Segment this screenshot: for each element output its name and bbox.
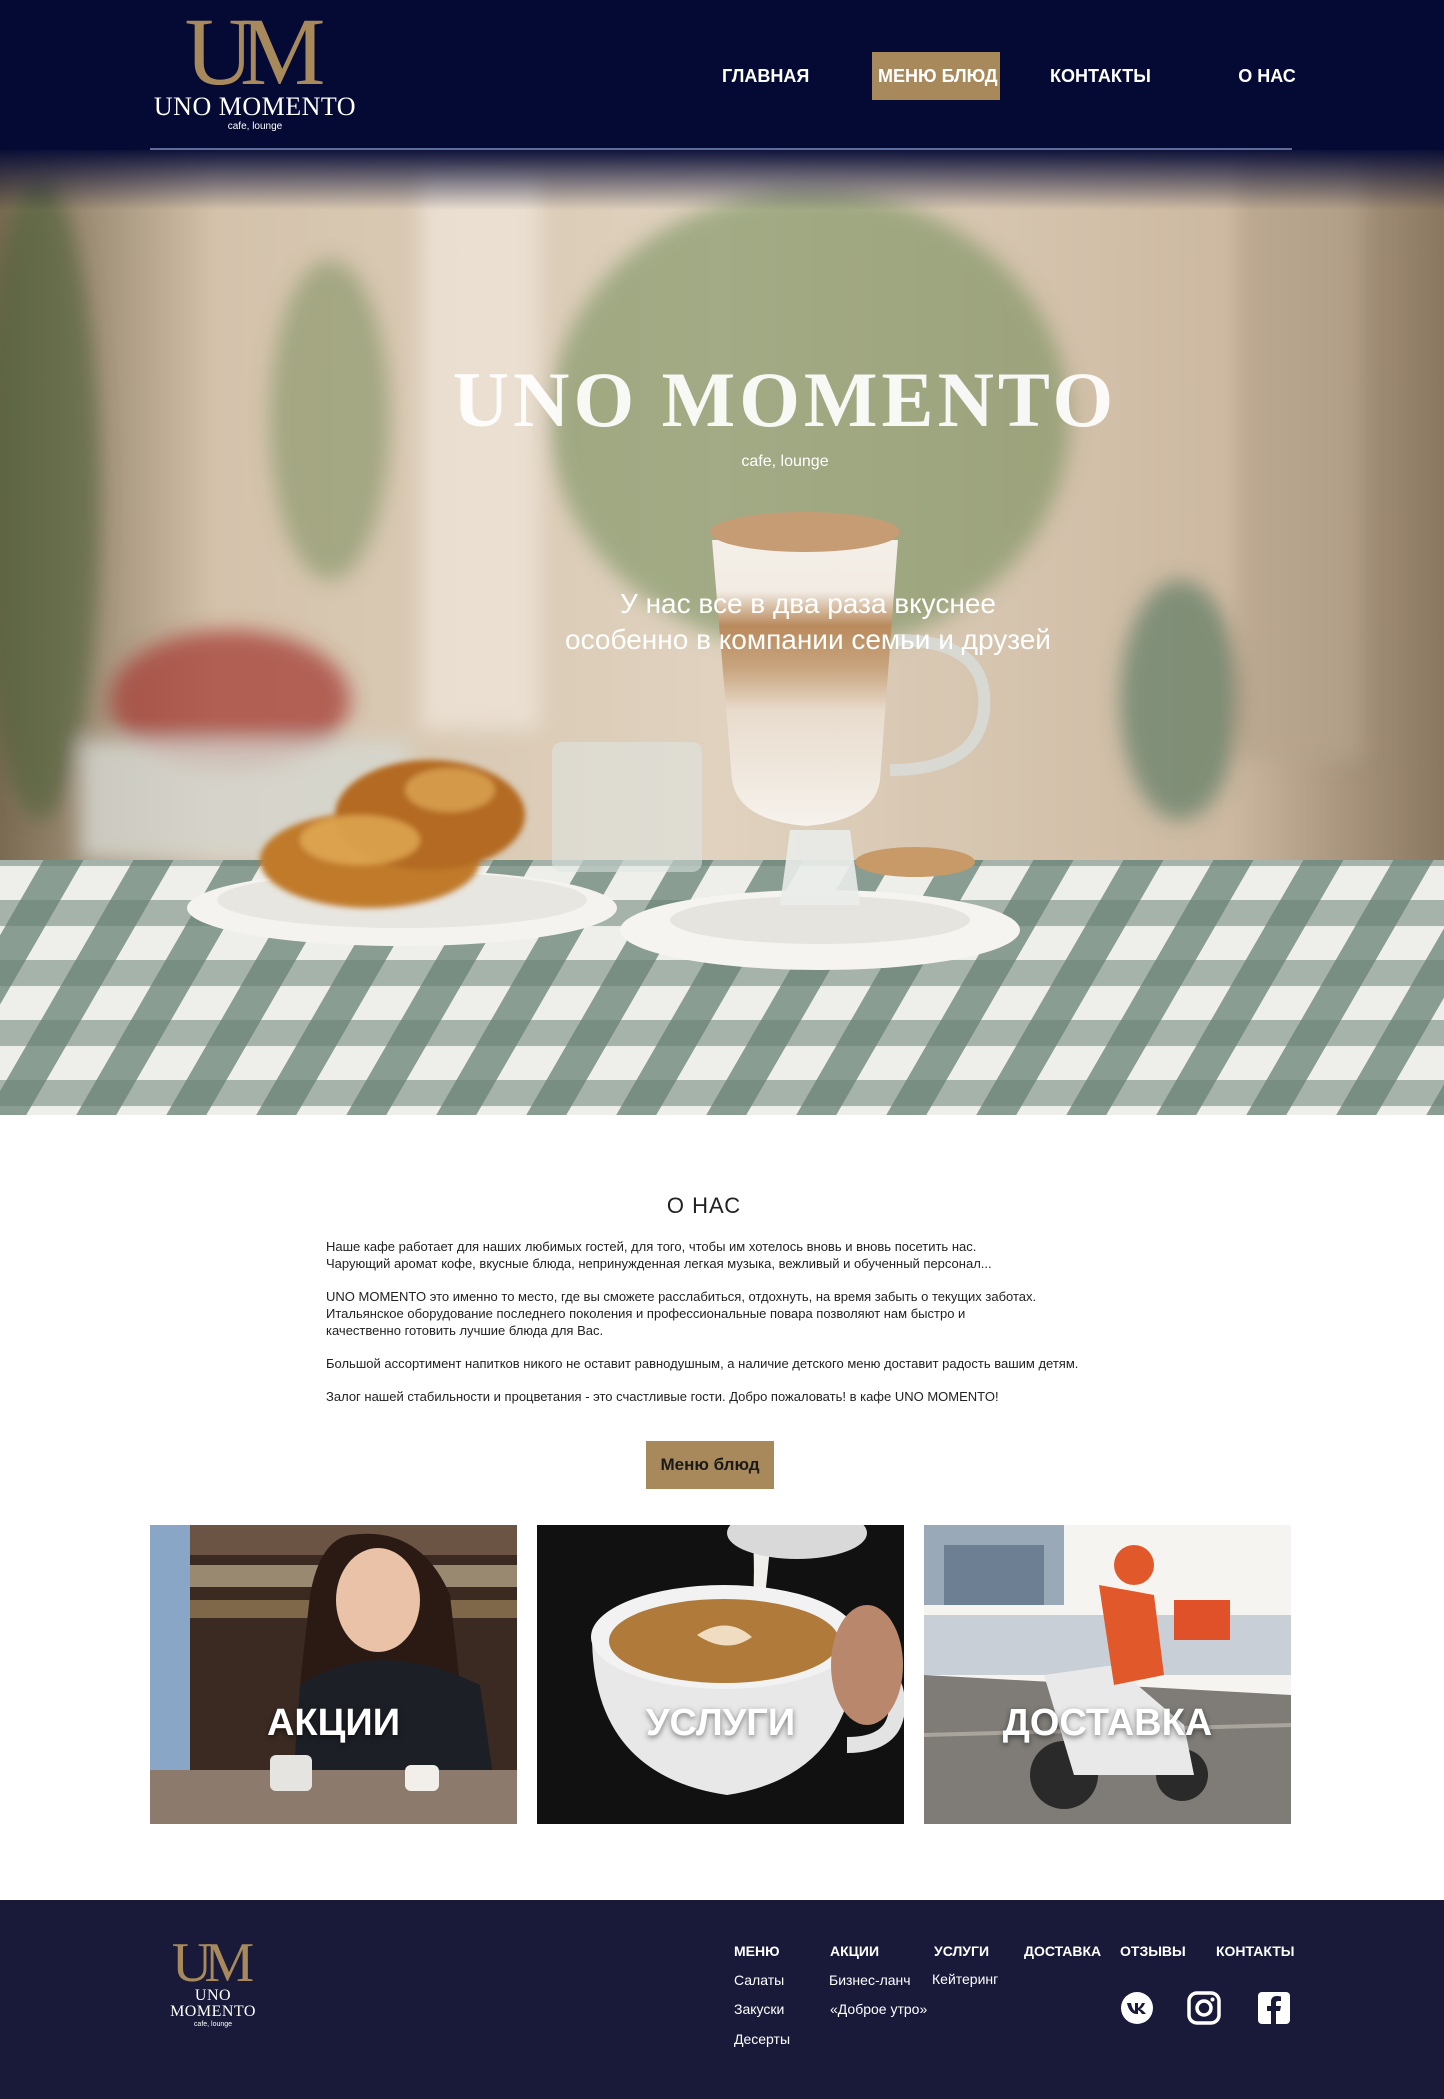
instagram-icon[interactable] [1187,1991,1221,2025]
about-paragraph: Наше кафе работает для наших любимых гос… [326,1239,992,1271]
tile-promotions-label: АКЦИИ [266,1702,401,1744]
footer-heading-contacts[interactable]: КОНТАКТЫ [1216,1943,1294,1959]
header-fade [0,150,1444,210]
hero-tagline-line2: особенно в компании семьи и друзей [565,624,1051,655]
logo-mark: UM [171,1932,254,1994]
footer-link-desserts[interactable]: Десерты [734,2031,790,2047]
footer-link-good-morning[interactable]: «Доброе утро» [830,2001,927,2017]
nav-divider [150,148,1292,150]
hero-tagline: У нас все в два раза вкуснее особенно в … [0,586,1444,658]
tile-delivery[interactable]: ДОСТАВКА [924,1525,1291,1824]
footer-heading-reviews[interactable]: ОТЗЫВЫ [1120,1943,1186,1959]
vk-icon[interactable] [1120,1991,1154,2025]
footer-link-salads[interactable]: Салаты [734,1972,784,1988]
nav-item-about[interactable]: О НАС [1238,52,1296,100]
hero-subtitle: cafe, lounge [741,453,829,470]
logo-tagline: cafe, lounge [193,2021,233,2028]
logo-name: UNO MOMENTO [170,1987,256,2020]
about-paragraph: UNO MOMENTO это именно то место, где вы … [326,1289,1037,1338]
footer-link-business-lunch[interactable]: Бизнес-ланч [829,1972,911,1988]
nav-item-home[interactable]: ГЛАВНАЯ [722,52,809,100]
nav-item-contacts[interactable]: КОНТАКТЫ [1050,52,1151,100]
tile-delivery-label: ДОСТАВКА [1002,1702,1213,1744]
footer-link-appetizers[interactable]: Закуски [734,2001,784,2017]
about-title: О НАС [666,1193,742,1218]
footer-heading-promotions[interactable]: АКЦИИ [830,1943,879,1959]
hero-section: UM UNO MOMENTO cafe, lounge ГЛАВНАЯ МЕНЮ… [0,0,1444,1115]
menu-button[interactable]: Меню блюд [646,1441,774,1489]
nav-item-menu[interactable]: МЕНЮ БЛЮД [872,52,1000,100]
about-paragraph: Залог нашей стабильности и процветания -… [326,1389,999,1404]
main-nav: ГЛАВНАЯ МЕНЮ БЛЮД КОНТАКТЫ О НАС [0,52,1444,100]
facebook-icon[interactable] [1257,1991,1291,2025]
about-paragraph: Большой ассортимент напитков никого не о… [326,1356,1079,1371]
footer-logo[interactable]: UM UNO MOMENTO cafe, lounge [150,1935,276,2030]
footer-heading-delivery[interactable]: ДОСТАВКА [1024,1943,1101,1959]
tile-services[interactable]: УСЛУГИ [537,1525,904,1824]
hero-tagline-line1: У нас все в два раза вкуснее [620,588,996,619]
footer-heading-services[interactable]: УСЛУГИ [934,1943,989,1959]
about-text: Наше кафе работает для наших любимых гос… [326,1238,1206,1421]
tile-services-label: УСЛУГИ [645,1702,796,1744]
footer: UM UNO MOMENTO cafe, lounge МЕНЮ Салаты … [0,1900,1444,2099]
logo-tagline: cafe, lounge [227,121,283,132]
hero-title: UNO MOMENTO [452,356,1118,443]
footer-link-catering[interactable]: Кейтеринг [932,1971,998,1987]
tile-promotions[interactable]: АКЦИИ [150,1525,517,1824]
footer-heading-menu[interactable]: МЕНЮ [734,1943,780,1959]
